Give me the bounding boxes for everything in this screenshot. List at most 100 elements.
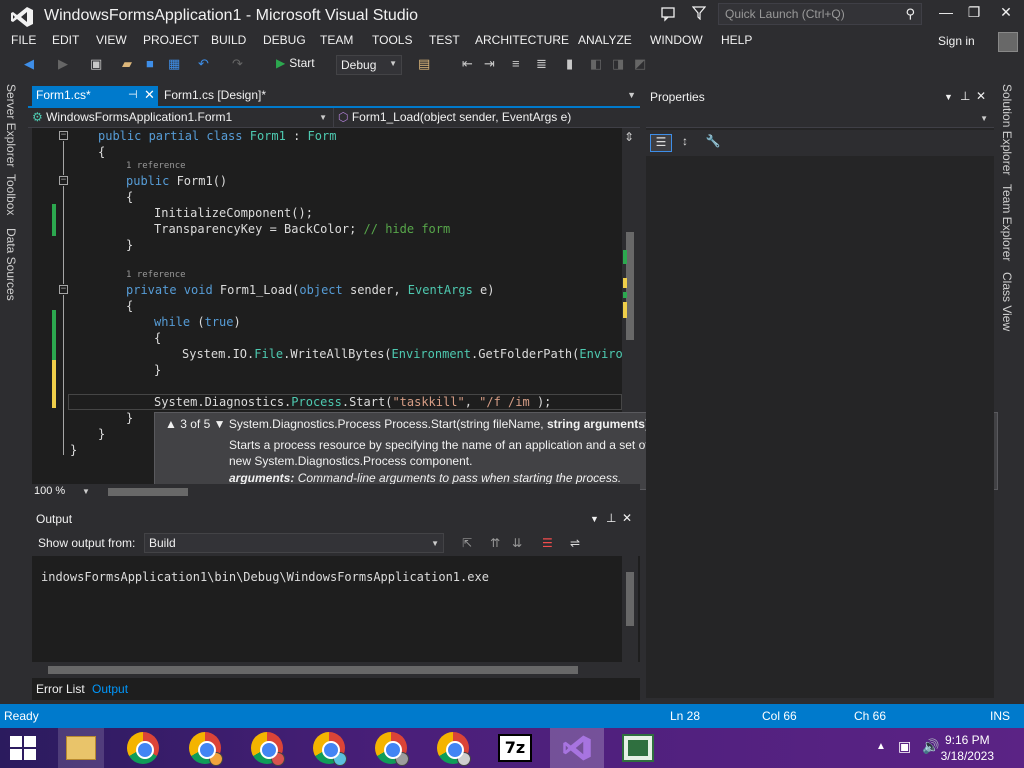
- 7zip-icon[interactable]: 7z: [498, 734, 532, 762]
- horizontal-scroll-thumb[interactable]: [108, 488, 188, 496]
- app-window-icon[interactable]: [622, 734, 654, 762]
- find-prev-icon[interactable]: ⇈: [490, 536, 500, 550]
- zoom-level[interactable]: 100 %: [34, 485, 65, 497]
- visual-studio-taskbar-button[interactable]: [550, 728, 604, 768]
- menu-architecture[interactable]: ARCHITECTURE: [475, 33, 569, 47]
- clear-all-icon[interactable]: ☰: [542, 536, 553, 550]
- tab-team-explorer[interactable]: Team Explorer: [1000, 184, 1014, 261]
- configuration-select[interactable]: Debug ▼: [336, 55, 402, 75]
- chrome-icon[interactable]: [251, 732, 285, 766]
- chrome-icon[interactable]: [313, 732, 347, 766]
- menu-debug[interactable]: DEBUG: [263, 33, 306, 47]
- menu-team[interactable]: TEAM: [320, 33, 353, 47]
- chrome-icon[interactable]: [437, 732, 471, 766]
- uncomment-icon[interactable]: ≣: [536, 56, 547, 72]
- new-project-icon[interactable]: ▣: [90, 56, 102, 72]
- menu-window[interactable]: WINDOW: [650, 33, 703, 47]
- pin-icon[interactable]: ⊣: [128, 88, 138, 101]
- close-tab-icon[interactable]: ✕: [144, 87, 155, 103]
- zoom-dropdown-icon[interactable]: ▼: [82, 487, 90, 496]
- tab-form1-cs[interactable]: Form1.cs* ⊣ ✕: [32, 86, 158, 106]
- file-explorer-button[interactable]: [58, 728, 104, 768]
- open-file-icon[interactable]: ▰: [122, 56, 132, 72]
- overload-down-icon[interactable]: ▼: [214, 417, 226, 431]
- menu-view[interactable]: VIEW: [96, 33, 127, 47]
- feedback-icon[interactable]: [660, 6, 676, 25]
- minimize-button[interactable]: —: [934, 4, 958, 24]
- dropdown-icon[interactable]: ▼: [944, 92, 953, 102]
- split-icon[interactable]: ⇕: [624, 130, 634, 144]
- close-icon[interactable]: ✕: [976, 89, 986, 103]
- collapse-icon[interactable]: −: [59, 131, 68, 140]
- output-horizontal-scrollbar[interactable]: [32, 662, 640, 678]
- filter-icon[interactable]: [691, 6, 707, 23]
- class-dropdown[interactable]: ⚙ WindowsFormsApplication1.Form1 ▼: [28, 108, 334, 127]
- tab-toolbox[interactable]: Toolbox: [4, 174, 18, 215]
- save-icon[interactable]: ■: [146, 56, 154, 71]
- menu-tools[interactable]: TOOLS: [372, 33, 412, 47]
- step-icon[interactable]: ⇤: [462, 56, 473, 72]
- forward-icon[interactable]: ▶: [58, 56, 68, 72]
- reference-count[interactable]: 1 reference: [126, 161, 186, 171]
- word-wrap-icon[interactable]: ⇌: [570, 536, 580, 550]
- save-all-icon[interactable]: ▦: [168, 56, 180, 72]
- network-icon[interactable]: ▣: [898, 738, 911, 755]
- dropdown-icon[interactable]: ▼: [590, 514, 599, 524]
- chrome-icon[interactable]: [189, 732, 223, 766]
- show-hidden-icons-icon[interactable]: ▲: [876, 741, 886, 752]
- clear-bookmarks-icon[interactable]: ◩: [634, 56, 646, 72]
- menu-file[interactable]: FILE: [11, 33, 36, 47]
- undo-icon[interactable]: ↶: [198, 56, 209, 72]
- menu-analyze[interactable]: ANALYZE: [578, 33, 632, 47]
- property-pages-icon[interactable]: 🔧: [702, 134, 724, 152]
- overload-up-icon[interactable]: ▲: [165, 417, 177, 431]
- tab-output[interactable]: Output: [92, 682, 128, 696]
- output-source-select[interactable]: Build ▼: [144, 533, 444, 553]
- pin-icon[interactable]: ⊥: [960, 89, 970, 103]
- menu-project[interactable]: PROJECT: [143, 33, 199, 47]
- bookmark-icon[interactable]: ▮: [566, 56, 573, 72]
- indent-icon[interactable]: ⇥: [484, 56, 495, 72]
- sign-in-link[interactable]: Sign in: [938, 34, 975, 48]
- tab-data-sources[interactable]: Data Sources: [4, 228, 18, 301]
- scroll-thumb[interactable]: [626, 232, 634, 340]
- output-vertical-scrollbar[interactable]: [622, 556, 638, 662]
- close-icon[interactable]: ✕: [622, 511, 632, 525]
- member-dropdown[interactable]: ⬡ Form1_Load(object sender, EventArgs e): [334, 108, 640, 127]
- object-select[interactable]: ▼: [646, 108, 994, 128]
- collapse-icon[interactable]: −: [59, 176, 68, 185]
- taskbar-clock[interactable]: 9:16 PM 3/18/2023: [941, 732, 994, 764]
- redo-icon[interactable]: ↷: [232, 56, 243, 72]
- menu-build[interactable]: BUILD: [211, 33, 246, 47]
- comment-icon[interactable]: ≡: [512, 56, 520, 71]
- tab-solution-explorer[interactable]: Solution Explorer: [1000, 84, 1014, 175]
- volume-icon[interactable]: 🔊: [922, 738, 939, 755]
- close-button[interactable]: ✕: [994, 4, 1018, 24]
- tab-error-list[interactable]: Error List: [36, 682, 85, 696]
- tab-server-explorer[interactable]: Server Explorer: [4, 84, 18, 167]
- tab-class-view[interactable]: Class View: [1000, 272, 1014, 331]
- chrome-icon[interactable]: [127, 732, 159, 764]
- restore-button[interactable]: ❐: [962, 4, 986, 24]
- collapse-icon[interactable]: −: [59, 285, 68, 294]
- pin-icon[interactable]: ⊥: [606, 511, 616, 525]
- menu-help[interactable]: HELP: [721, 33, 752, 47]
- avatar[interactable]: [998, 32, 1018, 52]
- menu-edit[interactable]: EDIT: [52, 33, 79, 47]
- start-debug-button[interactable]: ▶ Start: [276, 56, 315, 70]
- tab-overflow-icon[interactable]: ▼: [627, 90, 636, 100]
- find-in-files-icon[interactable]: ▤: [418, 56, 430, 72]
- tab-form1-design[interactable]: Form1.cs [Design]*: [162, 86, 268, 106]
- back-icon[interactable]: ◀: [24, 56, 34, 72]
- chrome-icon[interactable]: [375, 732, 409, 766]
- menu-test[interactable]: TEST: [429, 33, 460, 47]
- go-to-previous-icon[interactable]: ⇱: [462, 536, 472, 550]
- next-bookmark-icon[interactable]: ◨: [612, 56, 624, 72]
- categorized-icon[interactable]: ☰: [650, 134, 672, 152]
- quick-launch-input[interactable]: Quick Launch (Ctrl+Q) ⚲: [718, 3, 922, 25]
- windows-start-icon[interactable]: [10, 736, 36, 760]
- prev-bookmark-icon[interactable]: ◧: [590, 56, 602, 72]
- find-next-icon[interactable]: ⇊: [512, 536, 522, 550]
- alphabetical-icon[interactable]: ↕: [674, 134, 696, 152]
- reference-count[interactable]: 1 reference: [126, 270, 186, 280]
